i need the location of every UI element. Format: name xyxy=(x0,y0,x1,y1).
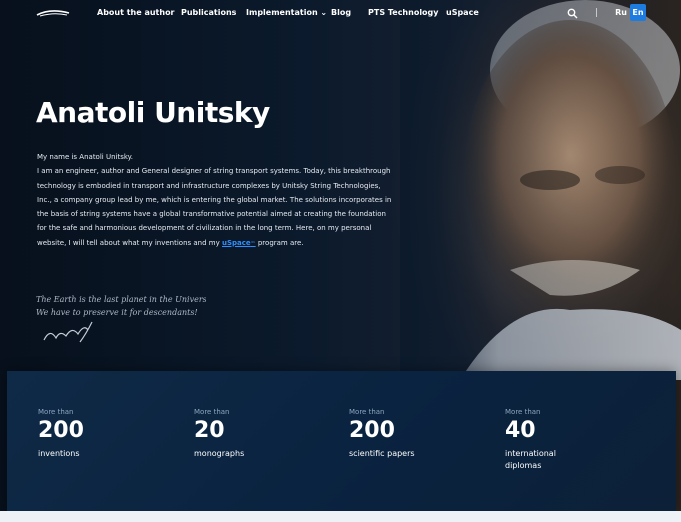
stat-value: 20 xyxy=(194,418,225,443)
stats-panel: More than 200 inventions More than 20 mo… xyxy=(7,371,676,511)
stat-label: international diplomas xyxy=(505,449,556,470)
uspace-link[interactable]: uSpace™ xyxy=(222,239,256,247)
stat-scientific-papers: More than 200 scientific papers xyxy=(349,408,429,460)
stat-prefix: More than xyxy=(505,408,541,416)
top-navigation: About the author Publications Implementa… xyxy=(0,0,681,26)
stat-monographs: More than 20 monographs xyxy=(194,408,274,460)
nav-item-implementation[interactable]: Implementation ⌄ xyxy=(246,8,327,17)
stat-value: 40 xyxy=(505,418,536,443)
stat-prefix: More than xyxy=(349,408,385,416)
language-ru-button[interactable]: Ru xyxy=(613,4,629,21)
nav-item-uspace[interactable]: uSpace xyxy=(446,8,479,17)
intro-line-2: I am an engineer, author and General des… xyxy=(37,164,397,251)
stat-prefix: More than xyxy=(194,408,230,416)
nav-item-about-the-author[interactable]: About the author xyxy=(97,8,175,17)
stat-value: 200 xyxy=(38,418,84,443)
search-icon[interactable] xyxy=(567,8,578,19)
stat-prefix: More than xyxy=(38,408,74,416)
nav-divider xyxy=(596,8,597,17)
stat-value: 200 xyxy=(349,418,395,443)
stat-label: inventions xyxy=(38,449,80,458)
intro-line-1: My name is Anatoli Unitsky. xyxy=(37,153,134,161)
nav-item-pts-technology[interactable]: PTS Technology xyxy=(368,8,439,17)
site-logo-icon[interactable] xyxy=(36,9,70,17)
language-en-button[interactable]: En xyxy=(630,4,646,21)
svg-text:We have to preserve it for des: We have to preserve it for descendants! xyxy=(36,308,198,317)
stat-inventions: More than 200 inventions xyxy=(38,408,118,460)
nav-item-blog[interactable]: Blog xyxy=(331,8,351,17)
stat-label: scientific papers xyxy=(349,449,415,458)
intro-text: My name is Anatoli Unitsky. I am an engi… xyxy=(37,150,397,251)
intro-body: I am an engineer, author and General des… xyxy=(37,167,392,247)
author-portrait xyxy=(400,0,681,380)
page-bottom-band xyxy=(0,511,681,522)
intro-tail: program are. xyxy=(255,238,304,247)
page-title: Anatoli Unitsky xyxy=(36,96,270,129)
stat-label: monographs xyxy=(194,449,245,458)
stat-international-diplomas: More than 40 international diplomas xyxy=(505,408,585,472)
nav-item-publications[interactable]: Publications xyxy=(181,8,236,17)
handwritten-quote-signature: The Earth is the last planet in the Univ… xyxy=(36,295,206,343)
svg-text:The Earth is the last planet i: The Earth is the last planet in the Univ… xyxy=(36,295,206,304)
